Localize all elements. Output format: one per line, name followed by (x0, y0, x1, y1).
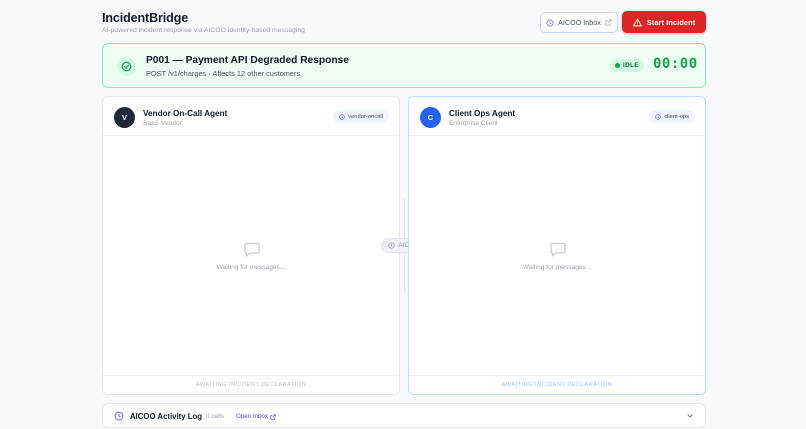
incident-details: POST /v1/charges · Affects 12 other cust… (146, 69, 301, 78)
chat-bubble-icon (550, 242, 566, 257)
activity-log-title: AICOO Activity Log (130, 412, 203, 421)
client-avatar: C (420, 107, 441, 128)
incident-banner: P001 — Payment API Degraded Response POS… (102, 43, 706, 88)
vendor-avatar: V (114, 107, 135, 128)
client-tag-label: client-ops (664, 113, 689, 120)
vendor-tag-label: vendor-oncall (348, 113, 383, 120)
chat-bubble-icon (244, 242, 260, 257)
vendor-panel-footer: AWAITING INCIDENT DECLARATION (103, 375, 399, 394)
incident-timer: 00:00 (653, 56, 698, 72)
client-panel-header: C Client Ops Agent Enterprise Client cli… (409, 97, 705, 136)
activity-log-bar[interactable]: AICOO Activity Log 0 calls Open Inbox (102, 403, 706, 428)
open-inbox-link[interactable]: Open Inbox (236, 413, 276, 420)
app-header: IncidentBridge AI-powered incident respo… (102, 11, 706, 37)
client-agent-org: Enterprise Client (449, 120, 498, 127)
client-panel-footer: AWAITING INCIDENT DECLARATION (409, 375, 705, 394)
chevron-down-icon[interactable] (686, 412, 694, 420)
clock-icon (114, 411, 124, 421)
client-empty-state: Waiting for messages... (522, 264, 592, 271)
vendor-panel-header: V Vendor On-Call Agent SaaS Vendor vendo… (103, 97, 399, 136)
vendor-agent-panel: V Vendor On-Call Agent SaaS Vendor vendo… (102, 96, 400, 395)
client-agent-panel: C Client Ops Agent Enterprise Client cli… (408, 96, 706, 395)
vendor-identity-tag: vendor-oncall (333, 110, 389, 123)
clock-icon (388, 242, 396, 249)
client-agent-name: Client Ops Agent (449, 109, 516, 118)
status-badge: IDLE (610, 59, 644, 72)
check-circle-icon (117, 57, 136, 76)
open-inbox-label: Open Inbox (236, 413, 268, 420)
app-title: IncidentBridge (102, 11, 189, 25)
app-subtitle: AI-powered incident response via AICOO i… (102, 27, 305, 34)
aicoo-inbox-button[interactable]: AICOO Inbox (540, 12, 618, 33)
status-dot-icon (615, 63, 620, 68)
client-identity-tag: client-ops (649, 110, 695, 123)
status-label: IDLE (623, 62, 639, 69)
clock-icon (655, 113, 661, 120)
incident-title: P001 — Payment API Degraded Response (146, 55, 349, 66)
vendor-agent-org: SaaS Vendor (143, 120, 182, 127)
activity-call-count: 0 calls (206, 413, 225, 420)
vendor-agent-name: Vendor On-Call Agent (143, 109, 228, 118)
warning-triangle-icon (632, 18, 642, 26)
clock-icon (339, 113, 345, 120)
aicoo-inbox-label: AICOO Inbox (558, 18, 601, 27)
external-link-icon (605, 19, 612, 26)
start-incident-label: Start Incident (646, 17, 696, 27)
clock-icon (546, 18, 554, 27)
vendor-empty-state: Waiting for messages... (216, 264, 286, 271)
external-link-icon (270, 413, 276, 420)
start-incident-button[interactable]: Start Incident (622, 11, 706, 33)
